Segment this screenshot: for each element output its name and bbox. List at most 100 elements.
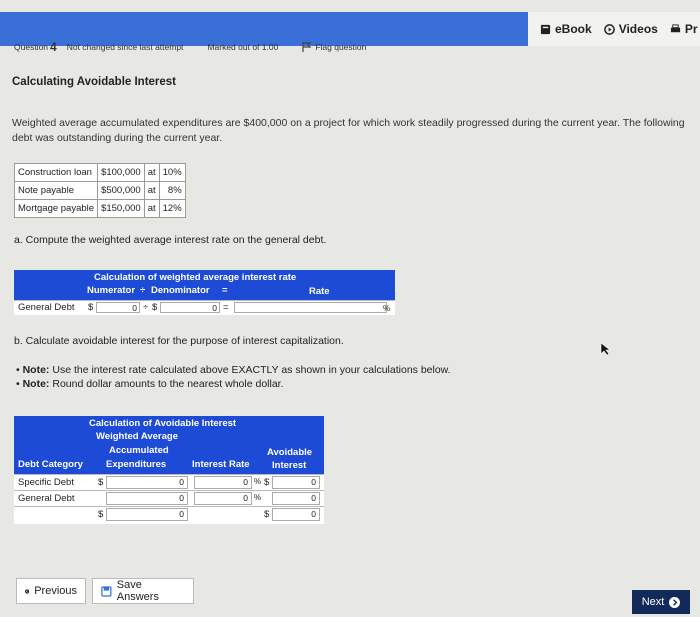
percent-sign: % <box>254 493 262 502</box>
header-debt-category: Debt Category <box>18 459 83 470</box>
ebook-link[interactable]: eBook <box>540 22 592 36</box>
debt-rate: 12% <box>158 199 186 218</box>
interest-input[interactable]: 0 <box>272 492 320 505</box>
total-row: $ 0 $ 0 <box>14 506 324 523</box>
flag-question-button[interactable]: Flag question <box>302 42 366 52</box>
debt-amount: $150,000 <box>97 199 145 218</box>
table-row: Specific Debt $ 0 0 % $ 0 <box>14 474 324 491</box>
debt-amount: $100,000 <box>97 163 145 182</box>
flag-label: Flag question <box>315 42 367 52</box>
flag-icon <box>302 42 312 52</box>
row-label: General Debt <box>18 302 75 313</box>
play-circle-icon <box>603 23 615 35</box>
save-label: Save Answers <box>116 579 159 603</box>
attempt-status: Not changed since last attempt <box>66 42 184 52</box>
note-text: Round dollar amounts to the nearest whol… <box>49 378 284 390</box>
header-expenditures: Expenditures <box>106 459 167 470</box>
equals-symbol: = <box>223 302 229 313</box>
next-label: Next <box>641 596 665 608</box>
debt-category: Specific Debt <box>18 477 74 488</box>
debt-name: Note payable <box>13 181 99 200</box>
dollar-sign: $ <box>88 302 94 313</box>
note-item: • Note: Round dollar amounts to the near… <box>16 378 284 390</box>
page-title: Calculating Avoidable Interest <box>12 76 177 88</box>
question-number: 4 <box>50 40 57 54</box>
header-accumulated: Accumulated <box>109 445 169 456</box>
debt-rate: 10% <box>158 163 186 182</box>
debt-table: Construction loan $100,000 at 10% Note p… <box>13 163 186 218</box>
avoidable-title: Calculation of Avoidable Interest <box>89 418 237 429</box>
note-bold: Note: <box>22 364 50 376</box>
debt-at: at <box>143 163 160 182</box>
save-answers-button[interactable]: Save Answers <box>92 578 194 604</box>
note-item: • Note: Use the interest rate calculated… <box>16 364 451 376</box>
videos-link[interactable]: Videos <box>603 22 658 36</box>
print-icon <box>670 23 680 32</box>
general-debt-row: General Debt $ 0 ÷ $ 0 = % <box>14 300 395 316</box>
total-interest-input[interactable]: 0 <box>272 508 320 521</box>
previous-button[interactable]: Previous <box>16 578 86 604</box>
note-text: Use the interest rate calculated above E… <box>49 364 451 376</box>
expenditures-input[interactable]: 0 <box>106 476 188 489</box>
divide-symbol: ÷ <box>143 302 149 313</box>
table-row: General Debt 0 0 % 0 <box>14 490 324 507</box>
videos-label: Videos <box>618 22 658 36</box>
debt-name: Mortgage payable <box>13 199 99 218</box>
mouse-cursor-icon <box>600 342 611 356</box>
print-link[interactable]: Pr <box>670 22 698 36</box>
numerator-header: Numerator <box>87 285 136 296</box>
percent-sign: % <box>383 304 391 313</box>
print-label: Pr <box>684 22 698 36</box>
debt-at: at <box>143 181 160 200</box>
dollar-sign: $ <box>152 302 158 313</box>
debt-name: Construction loan <box>13 163 99 182</box>
percent-sign: % <box>254 477 262 486</box>
part-b-prompt: b. Calculate avoidable interest for the … <box>14 335 344 347</box>
rate-header: Rate <box>309 286 330 297</box>
calc-header: Calculation of weighted average interest… <box>14 270 395 300</box>
header-avoidable: Avoidable <box>267 447 313 458</box>
marks-info: Marked out of 1.00 <box>207 42 279 52</box>
dollar-sign: $ <box>264 509 270 520</box>
note-bold: Note: <box>22 378 50 390</box>
resource-toolbar: eBook Videos Pr <box>528 12 700 46</box>
expenditures-input[interactable]: 0 <box>106 492 188 505</box>
table-row: Mortgage payable $150,000 at 12% <box>13 199 186 218</box>
avoidable-interest-calculation: Calculation of Avoidable Interest Weight… <box>14 416 324 524</box>
header-interest: Interest <box>272 460 307 471</box>
previous-label: Previous <box>34 585 77 597</box>
header-interest-rate: Interest Rate <box>192 459 250 470</box>
interest-input[interactable]: 0 <box>272 476 320 489</box>
numerator-input[interactable]: 0 <box>96 302 140 313</box>
debt-amount: $500,000 <box>97 181 145 200</box>
debt-at: at <box>143 199 160 218</box>
ebook-label: eBook <box>555 22 592 36</box>
rate-input[interactable]: 0 <box>194 476 252 489</box>
total-expenditures-input[interactable]: 0 <box>106 508 188 521</box>
table-row: Construction loan $100,000 at 10% <box>13 163 186 182</box>
divide-symbol: ÷ <box>140 285 146 296</box>
notes-list: • Note: Use the interest rate calculated… <box>16 363 451 391</box>
question-label: Question <box>14 42 49 52</box>
denominator-input[interactable]: 0 <box>160 302 220 313</box>
next-button[interactable]: Next <box>632 590 690 614</box>
equals-symbol: = <box>222 285 228 296</box>
header-weighted-average: Weighted Average <box>96 431 179 442</box>
calc-title: Calculation of weighted average interest… <box>94 272 297 283</box>
denominator-header: Denominator <box>151 285 210 296</box>
rate-input[interactable] <box>234 302 387 313</box>
debt-rate: 8% <box>158 181 186 200</box>
chevron-right-circle-icon <box>669 596 681 608</box>
save-icon <box>101 585 112 597</box>
avoidable-header: Calculation of Avoidable Interest Weight… <box>14 416 324 474</box>
book-icon <box>540 24 551 34</box>
question-info-bar: Question 4 Not changed since last attemp… <box>14 40 366 54</box>
problem-description: Weighted average accumulated expenditure… <box>12 117 685 144</box>
dollar-sign: $ <box>264 477 270 488</box>
debt-category: General Debt <box>18 493 75 504</box>
weighted-rate-calculation: Calculation of weighted average interest… <box>14 270 395 315</box>
part-a-prompt: a. Compute the weighted average interest… <box>14 234 327 246</box>
rate-input[interactable]: 0 <box>194 492 252 505</box>
dollar-sign: $ <box>98 509 104 520</box>
table-row: Note payable $500,000 at 8% <box>13 181 186 200</box>
